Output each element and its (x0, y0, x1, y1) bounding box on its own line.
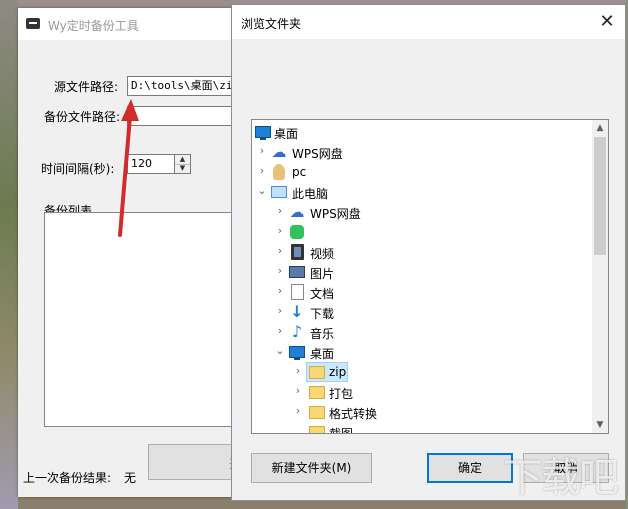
source-path-label: 源文件路径: (54, 80, 119, 94)
interval-spin-buttons[interactable]: ▲ ▼ (175, 154, 191, 174)
chevron-down-icon[interactable]: ⌄ (275, 344, 285, 358)
tree-item-wps-cloud[interactable]: › ☁ WPS网盘 (252, 142, 592, 162)
backup-tool-window: Wy定时备份工具 源文件路径: D:\tools\桌面\zip 备份文件路径: … (18, 8, 248, 497)
download-icon: ↓ (290, 302, 304, 321)
chevron-right-icon[interactable]: › (275, 204, 285, 218)
computer-icon (271, 186, 287, 198)
chevron-down-icon[interactable]: ⌄ (257, 184, 267, 198)
tree-scrollbar[interactable]: ▲ ▼ (592, 120, 608, 433)
backup-list[interactable] (44, 212, 248, 427)
cloud-icon: ☁ (271, 143, 287, 161)
folder-icon (309, 426, 325, 433)
video-icon (291, 244, 304, 260)
folder-tree[interactable]: 桌面 › ☁ WPS网盘 › pc ⌄ 此电脑 › ☁ WPS网盘 › › 视频… (251, 119, 609, 434)
tree-item-label: 视频 (310, 247, 335, 261)
desktop-icon (289, 346, 305, 360)
tree-item-label: WPS网盘 (310, 207, 361, 221)
tree-item-downloads[interactable]: › ↓ 下载 (252, 302, 592, 322)
cloud-icon: ☁ (289, 203, 305, 221)
tree-item-desktop[interactable]: ⌄ 桌面 (252, 342, 592, 362)
tree-item-label: 下载 (310, 307, 335, 321)
chevron-right-icon[interactable]: › (275, 284, 285, 298)
tree-item-label: zip (329, 365, 347, 379)
spin-down-icon[interactable]: ▼ (175, 164, 190, 173)
backup-window-titlebar[interactable]: Wy定时备份工具 (18, 8, 248, 40)
last-result-value: 无 (124, 471, 137, 485)
desktop-background (0, 0, 18, 509)
tree-item-label: 打包 (329, 387, 354, 401)
document-icon (291, 284, 304, 300)
backup-path-input[interactable] (127, 106, 248, 126)
tree-item-pc-user[interactable]: › pc (252, 162, 592, 182)
chevron-right-icon[interactable]: › (257, 144, 267, 158)
tree-item-screenshots[interactable]: 截图 (252, 422, 592, 434)
tree-item-this-pc[interactable]: ⌄ 此电脑 (252, 182, 592, 202)
folder-icon (309, 406, 325, 419)
chevron-right-icon[interactable]: › (293, 364, 303, 378)
tree-item-music[interactable]: › ♪ 音乐 (252, 322, 592, 342)
tree-item-label: 文档 (310, 287, 335, 301)
folder-icon (309, 386, 325, 399)
chevron-right-icon[interactable]: › (293, 404, 303, 418)
source-path-input[interactable]: D:\tools\桌面\zip (127, 76, 248, 96)
scroll-down-icon[interactable]: ▼ (592, 417, 608, 433)
close-icon[interactable]: ✕ (594, 11, 620, 33)
dialog-title: 浏览文件夹 (241, 17, 302, 31)
ok-button[interactable]: 确定 (427, 453, 513, 483)
tree-item-label: 此电脑 (292, 187, 329, 201)
scroll-up-icon[interactable]: ▲ (592, 120, 608, 136)
tree-item-zip-selected[interactable]: › zip (252, 362, 592, 382)
chevron-right-icon[interactable]: › (275, 264, 285, 278)
music-icon: ♪ (291, 322, 303, 341)
browse-folder-dialog: 浏览文件夹 ✕ 桌面 › ☁ WPS网盘 › pc ⌄ 此电脑 › ☁ WPS网… (231, 4, 626, 501)
tree-item-format-convert[interactable]: › 格式转换 (252, 402, 592, 422)
tree-item-pictures[interactable]: › 图片 (252, 262, 592, 282)
app-icon (26, 18, 40, 29)
dialog-titlebar[interactable]: 浏览文件夹 ✕ (232, 5, 625, 39)
chevron-right-icon[interactable]: › (275, 324, 285, 338)
folder-icon (309, 366, 325, 379)
tree-item-label: pc (292, 165, 307, 179)
last-result-label: 上一次备份结果: (23, 471, 112, 485)
tree-item-documents[interactable]: › 文档 (252, 282, 592, 302)
tree-item-label: 格式转换 (329, 407, 378, 421)
watermark-logo: 下载吧 (503, 455, 619, 501)
desktop-icon (255, 126, 271, 140)
user-icon (273, 164, 285, 180)
chevron-right-icon[interactable]: › (293, 384, 303, 398)
chevron-right-icon[interactable]: › (275, 224, 285, 238)
tree-item-pc-wps-cloud[interactable]: › ☁ WPS网盘 (252, 202, 592, 222)
tree-item-desktop-root[interactable]: 桌面 (252, 122, 592, 142)
backup-window-title: Wy定时备份工具 (48, 19, 139, 33)
app-icon (290, 225, 304, 239)
tree-item-label: WPS网盘 (292, 147, 343, 161)
chevron-right-icon[interactable]: › (275, 244, 285, 258)
new-folder-button[interactable]: 新建文件夹(M) (251, 453, 372, 483)
chevron-right-icon[interactable]: › (257, 164, 267, 178)
tree-item-label: 桌面 (310, 347, 335, 361)
chevron-right-icon[interactable]: › (275, 304, 285, 318)
picture-icon (289, 266, 305, 278)
scrollbar-thumb[interactable] (594, 137, 606, 255)
red-arrow-icon (118, 99, 139, 237)
tree-item-pack[interactable]: › 打包 (252, 382, 592, 402)
tree-item-label: 图片 (310, 267, 335, 281)
tree-item-label: 桌面 (274, 127, 299, 141)
tree-item-app[interactable]: › (252, 222, 592, 242)
tree-item-label: 截图 (329, 427, 354, 434)
tree-item-videos[interactable]: › 视频 (252, 242, 592, 262)
tree-item-label: 音乐 (310, 327, 335, 341)
